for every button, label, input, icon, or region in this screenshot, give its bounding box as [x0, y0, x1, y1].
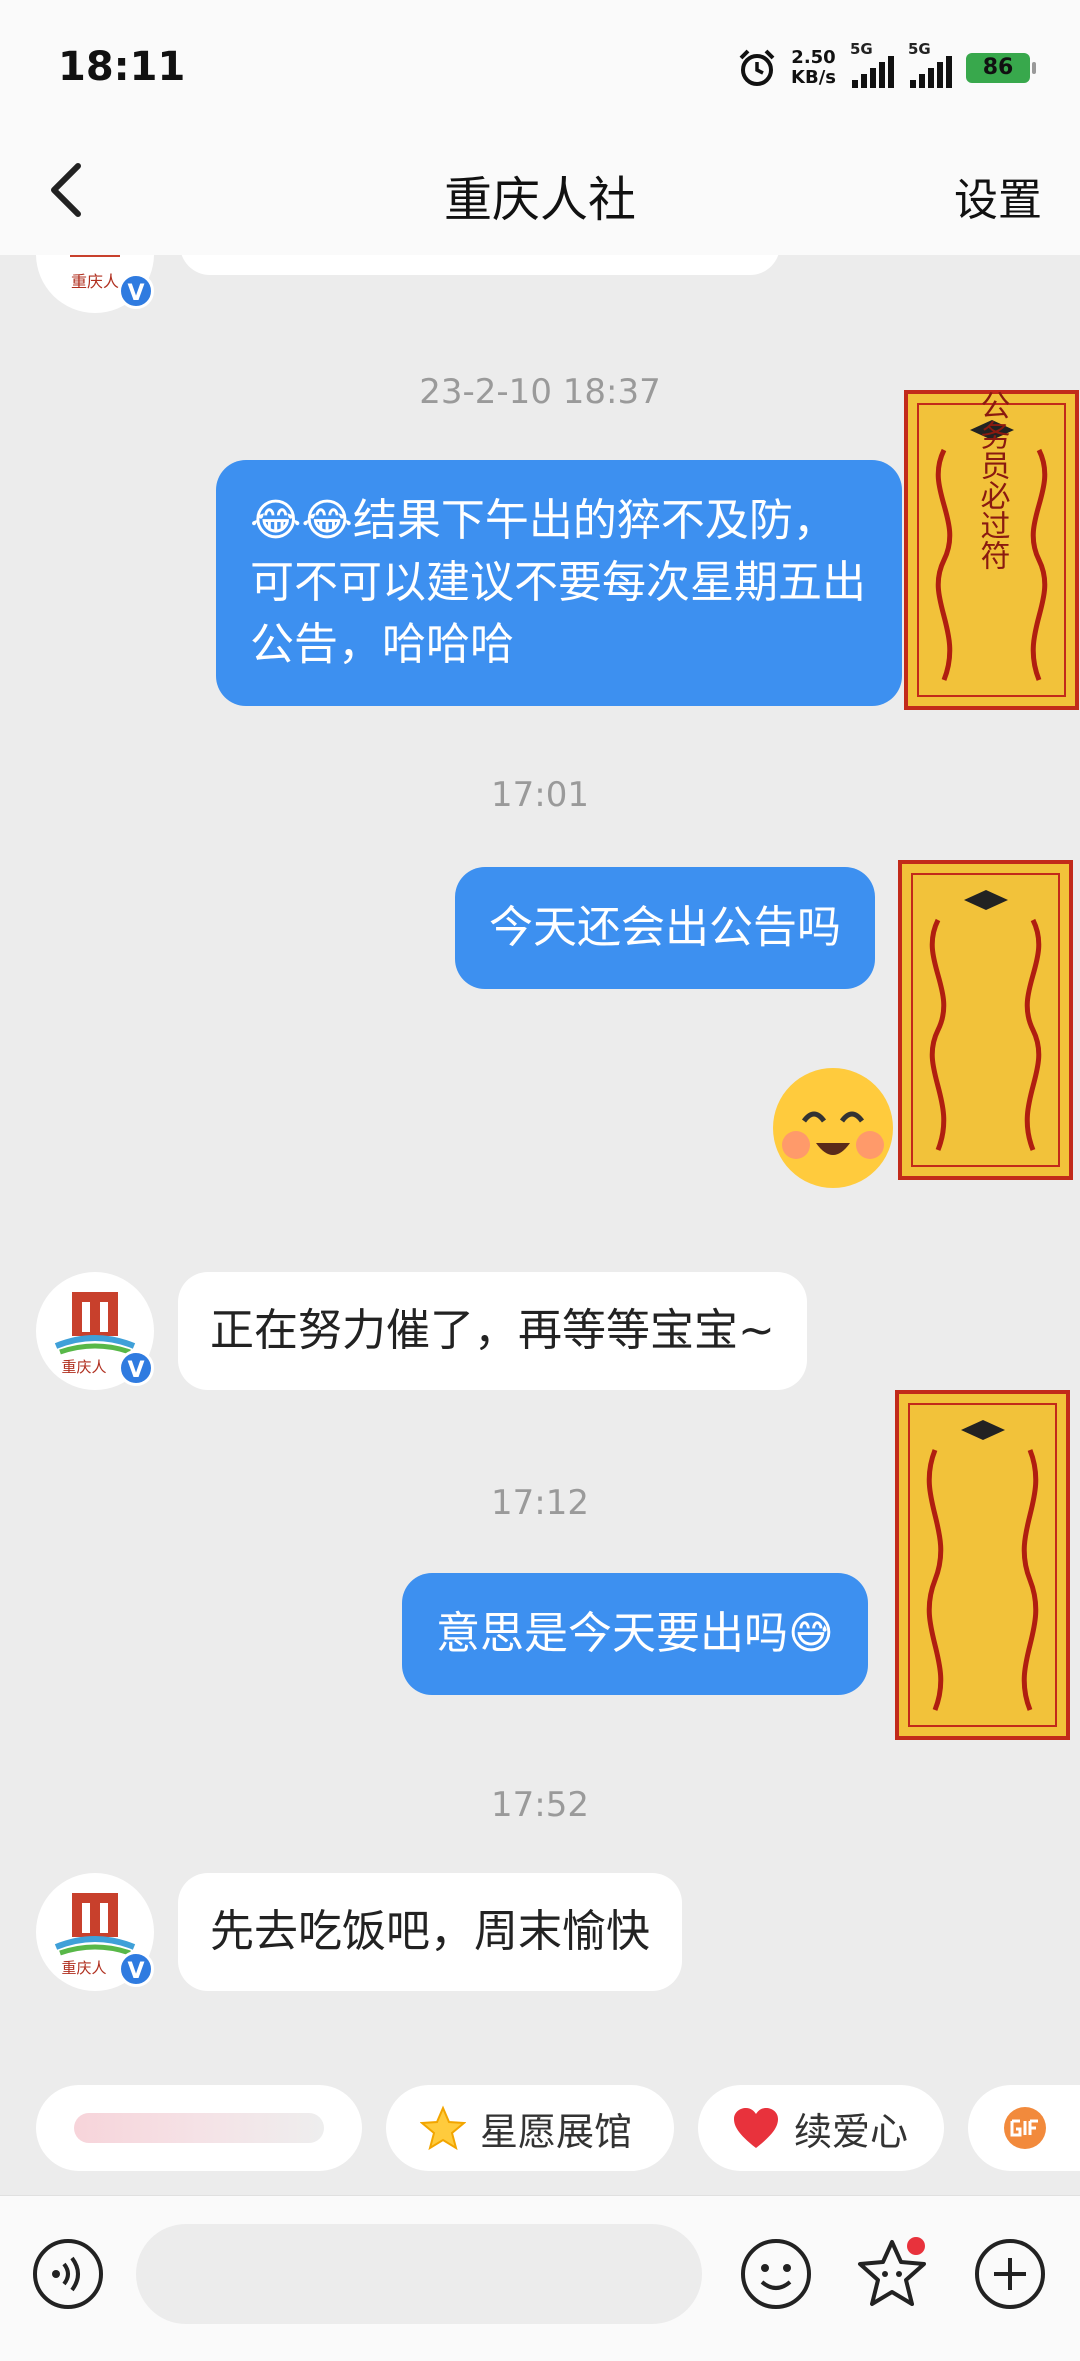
talisman-avatar[interactable]: 公务员必过符 — [904, 390, 1079, 710]
official-avatar[interactable]: 重庆人 V — [36, 1272, 154, 1390]
avatar-name: 重庆人 — [61, 1358, 106, 1376]
quick-action-label: 续爱心 — [794, 2109, 909, 2154]
alarm-icon — [739, 49, 775, 86]
settings-button[interactable]: 设置 — [954, 164, 1042, 228]
notification-dot — [907, 2237, 925, 2255]
battery-icon: 86 — [966, 53, 1036, 83]
chat-area[interactable]: 重庆人 V 23-2-10 18:37 😂😂结果下午出的猝不及防，可不可以建议不… — [0, 255, 1080, 2075]
message-bubble-sent[interactable]: 今天还会出公告吗 — [455, 867, 875, 989]
official-avatar[interactable]: 重庆人 V — [36, 1873, 154, 1991]
grin-emoji-icon: 😅 — [788, 1608, 834, 1659]
message-text: 先去吃饭吧，周末愉快 — [210, 1906, 650, 1957]
verified-badge: V — [118, 273, 154, 309]
message-text: 今天还会出公告吗 — [489, 902, 841, 953]
crying-laugh-emoji: 😂😂 — [250, 495, 353, 546]
voice-icon[interactable] — [30, 2236, 106, 2312]
network-type-sim2: 5G — [908, 40, 931, 58]
message-bubble-received[interactable]: 正在努力催了，再等等宝宝~ — [178, 1272, 807, 1390]
sticker-icon[interactable] — [854, 2236, 930, 2312]
quick-action-label: 星愿展馆 — [480, 2109, 633, 2154]
quick-action-gif[interactable] — [968, 2085, 1080, 2171]
network-type-sim1: 5G — [850, 40, 873, 58]
quick-action-star-gallery[interactable]: 星愿展馆 — [386, 2085, 674, 2171]
quick-actions-row: 星愿展馆 续爱心 — [0, 2075, 1080, 2185]
smiling-emoji-icon — [773, 1068, 893, 1188]
message-bubble-sent[interactable]: 意思是今天要出吗😅 — [402, 1573, 868, 1695]
star-icon — [420, 2105, 466, 2151]
message-bubble-received[interactable] — [180, 255, 780, 275]
signal-icon-sim1: 5G — [850, 40, 894, 88]
official-avatar[interactable]: 重庆人 V — [36, 255, 154, 313]
input-bar — [0, 2195, 1080, 2361]
timestamp: 17:52 — [491, 1785, 589, 1825]
nav-bar: 重庆人社 设置 — [0, 130, 1080, 255]
message-text: 意思是今天要出吗 — [436, 1608, 788, 1659]
net-speed-value: 2.50 — [791, 47, 836, 68]
gif-icon — [1004, 2107, 1046, 2149]
add-icon[interactable] — [972, 2236, 1048, 2312]
avatar-name: 重庆人 — [71, 272, 119, 291]
talisman-avatar[interactable] — [895, 1390, 1070, 1740]
emoji-icon[interactable] — [738, 2236, 814, 2312]
message-bubble-sent[interactable]: 😂😂结果下午出的猝不及防，可不可以建议不要每次星期五出公告，哈哈哈 — [216, 460, 902, 706]
avatar-name: 重庆人 — [61, 1959, 106, 1977]
status-time: 18:11 — [58, 44, 186, 90]
heart-icon — [734, 2108, 778, 2148]
page-title: 重庆人社 — [443, 172, 636, 228]
timestamp: 17:01 — [491, 775, 589, 815]
blurred-content — [74, 2113, 324, 2143]
net-speed-unit: KB/s — [791, 67, 836, 88]
quick-action-blurred[interactable] — [36, 2085, 362, 2171]
verified-badge: V — [118, 1350, 154, 1386]
status-icons: 2.50 KB/s 5G 5G 86 — [737, 40, 1036, 88]
message-bubble-received[interactable]: 先去吃饭吧，周末愉快 — [178, 1873, 682, 1991]
message-text: 正在努力催了，再等等宝宝~ — [210, 1305, 775, 1356]
quick-action-renew-love[interactable]: 续爱心 — [698, 2085, 944, 2171]
message-input[interactable] — [136, 2224, 702, 2324]
verified-badge: V — [118, 1951, 154, 1987]
talisman-text: 公务员必过符 — [975, 390, 1011, 570]
signal-icon-sim2: 5G — [908, 40, 952, 88]
talisman-avatar[interactable] — [898, 860, 1073, 1180]
status-bar: 18:11 2.50 KB/s 5G 5G 86 — [0, 0, 1080, 130]
net-speed: 2.50 KB/s — [791, 48, 836, 88]
